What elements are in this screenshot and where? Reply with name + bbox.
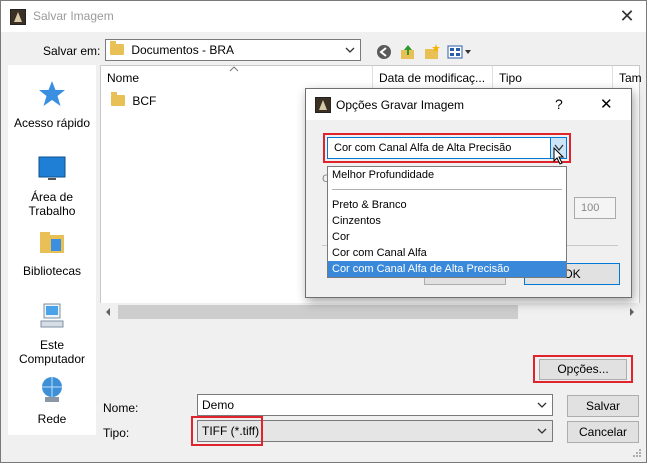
chevron-down-icon bbox=[537, 402, 547, 408]
dropdown-option[interactable]: Cor com Canal Alfa bbox=[328, 245, 566, 261]
column-header-size[interactable]: Tam bbox=[613, 66, 641, 90]
cursor-icon bbox=[553, 147, 565, 165]
dropdown-option[interactable]: Cor bbox=[328, 229, 566, 245]
dropdown-option[interactable]: Preto & Branco bbox=[328, 197, 566, 213]
app-icon bbox=[315, 97, 331, 113]
save-options-dialog: Opções Gravar Imagem ? ✕ C 100 Cancelar … bbox=[305, 88, 632, 298]
type-label: Tipo: bbox=[103, 426, 130, 440]
combo-highlight bbox=[323, 133, 571, 163]
save-image-window: Salvar Imagem ✕ Salvar em: Documentos - … bbox=[0, 0, 647, 463]
back-icon[interactable] bbox=[375, 43, 393, 61]
scroll-thumb[interactable] bbox=[118, 305, 518, 319]
folder-icon bbox=[111, 92, 125, 106]
place-label: Acesso rápido bbox=[13, 116, 91, 130]
up-folder-icon[interactable] bbox=[399, 43, 417, 61]
scroll-left-icon[interactable] bbox=[104, 308, 112, 316]
dropdown-option-selected[interactable]: Cor com Canal Alfa de Alta Precisão bbox=[328, 261, 566, 277]
chevron-down-icon bbox=[345, 47, 355, 53]
save-button[interactable]: Salvar bbox=[567, 395, 639, 417]
folder-icon bbox=[110, 41, 124, 55]
dropdown-separator bbox=[328, 183, 566, 197]
star-icon bbox=[39, 81, 65, 106]
help-icon[interactable]: ? bbox=[555, 96, 563, 112]
window-title: Salvar Imagem bbox=[33, 9, 114, 23]
column-header-date[interactable]: Data de modificaç... bbox=[373, 66, 493, 90]
places-bar: Acesso rápido Área de Trabalho Bibliotec… bbox=[8, 65, 96, 435]
close-icon[interactable]: ✕ bbox=[600, 95, 613, 113]
dialog-title-bar: Opções Gravar Imagem ? ✕ bbox=[306, 89, 631, 120]
sort-up-icon bbox=[229, 66, 239, 72]
location-combo[interactable]: Documentos - BRA bbox=[105, 39, 361, 61]
cancel-button[interactable]: Cancelar bbox=[567, 421, 639, 443]
close-icon[interactable]: ✕ bbox=[616, 5, 638, 27]
network-icon bbox=[42, 377, 62, 402]
name-label: Nome: bbox=[103, 401, 139, 415]
location-value: Documentos - BRA bbox=[131, 43, 235, 57]
libraries-icon bbox=[40, 232, 64, 253]
column-header-type[interactable]: Tipo bbox=[493, 66, 613, 90]
place-desktop[interactable]: Área de Trabalho bbox=[8, 153, 96, 218]
computer-icon bbox=[40, 303, 64, 328]
place-libraries[interactable]: Bibliotecas bbox=[8, 227, 96, 278]
location-label: Salvar em: bbox=[43, 44, 101, 58]
depth-value-field[interactable]: 100 bbox=[574, 197, 616, 219]
chevron-down-icon bbox=[537, 428, 547, 434]
column-header-name[interactable]: Nome bbox=[101, 66, 373, 90]
title-bar: Salvar Imagem ✕ bbox=[1, 1, 646, 32]
place-label: Área de Trabalho bbox=[28, 190, 76, 218]
place-label: Este Computador bbox=[18, 338, 86, 366]
scroll-right-icon[interactable] bbox=[628, 308, 636, 316]
dropdown-option[interactable]: Cinzentos bbox=[328, 213, 566, 229]
color-mode-dropdown: Melhor Profundidade Preto & Branco Cinze… bbox=[327, 166, 567, 278]
place-network[interactable]: Rede bbox=[8, 375, 96, 426]
dialog-title: Opções Gravar Imagem bbox=[336, 98, 465, 112]
name-value: Demo bbox=[202, 398, 235, 412]
app-icon bbox=[10, 9, 26, 25]
new-folder-icon[interactable] bbox=[423, 43, 441, 61]
place-quick-access[interactable]: Acesso rápido bbox=[8, 79, 96, 130]
resize-grip-icon[interactable] bbox=[632, 448, 642, 458]
dropdown-option[interactable]: Melhor Profundidade bbox=[328, 167, 566, 183]
view-menu-icon[interactable] bbox=[447, 43, 473, 61]
list-item[interactable]: BCF bbox=[111, 92, 157, 108]
place-this-pc[interactable]: Este Computador bbox=[8, 301, 96, 366]
file-name: BCF bbox=[132, 94, 157, 108]
horizontal-scrollbar[interactable] bbox=[100, 303, 640, 321]
place-label: Bibliotecas bbox=[22, 264, 82, 278]
place-label: Rede bbox=[37, 412, 67, 426]
options-button[interactable]: Opções... bbox=[539, 359, 627, 380]
name-field[interactable]: Demo bbox=[197, 394, 553, 416]
desktop-icon bbox=[38, 156, 66, 180]
type-highlight bbox=[191, 416, 263, 446]
